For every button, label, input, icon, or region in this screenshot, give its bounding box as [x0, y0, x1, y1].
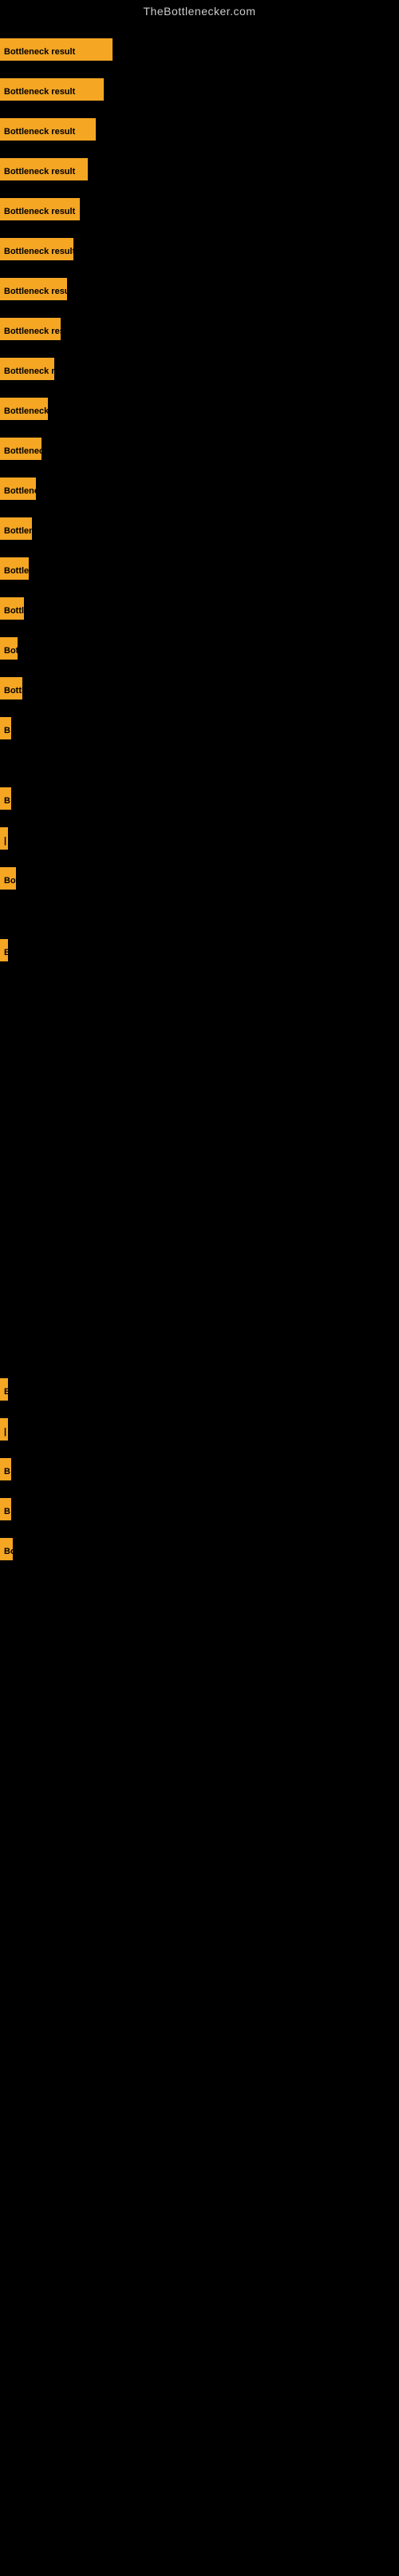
bar-row: E — [0, 1378, 8, 1401]
bar-row: Bo — [0, 1538, 13, 1560]
bar-label: Bottleneck result — [0, 118, 96, 141]
bar-row: Bottleneck res — [0, 438, 41, 460]
bar-row: Bottleneck result — [0, 318, 61, 340]
bar-row: Bottlene — [0, 597, 24, 620]
bar-row: Bott — [0, 867, 16, 890]
bar-label: B — [0, 1458, 11, 1480]
bar-label: Bottlen — [0, 677, 22, 699]
bar-label: B — [0, 787, 11, 810]
bar-row: Bottleneck result — [0, 78, 104, 101]
bar-row: B — [0, 1458, 11, 1480]
bar-label: Bottleneck res — [0, 438, 41, 460]
bar-row: Bottlen — [0, 677, 22, 699]
bar-row: | — [0, 1418, 8, 1441]
bar-label: | — [0, 827, 8, 850]
site-title: TheBottlenecker.com — [0, 0, 399, 21]
bar-row: Bottleneck result — [0, 358, 54, 380]
bar-label: | — [0, 1418, 8, 1441]
bar-label: B — [0, 717, 11, 739]
bar-label: Bottleneck r — [0, 557, 29, 580]
bar-row: Bottleneck result — [0, 118, 96, 141]
bar-row: Bottleneck r — [0, 478, 36, 500]
bar-label: E — [0, 1378, 8, 1401]
bar-label: Bottleneck result — [0, 198, 80, 220]
bar-row: Bottleneck result — [0, 198, 80, 220]
bar-label: Bottleneck r — [0, 478, 36, 500]
bar-label: Bottleneck result — [0, 358, 54, 380]
bar-row: Bottleneck result — [0, 38, 113, 61]
bar-row: Bottleneck result — [0, 158, 88, 180]
bar-label: Bottleneck result — [0, 238, 73, 260]
bar-label: Bottlene — [0, 597, 24, 620]
bar-label: E — [0, 939, 8, 961]
bar-label: Bottleneck result — [0, 278, 67, 300]
bar-label: Bott — [0, 867, 16, 890]
bar-row: Bottleneck r — [0, 517, 32, 540]
bar-label: Bottleneck result — [0, 398, 48, 420]
bar-row: B — [0, 717, 11, 739]
bar-row: B — [0, 787, 11, 810]
bar-label: Bottleneck result — [0, 38, 113, 61]
bar-row: Bottleneck r — [0, 557, 29, 580]
bar-row: Bottleneck result — [0, 278, 67, 300]
bar-label: Bottleneck result — [0, 158, 88, 180]
bar-label: Bot — [0, 637, 18, 660]
bar-label: Bottleneck result — [0, 318, 61, 340]
bar-row: Bottleneck result — [0, 238, 73, 260]
bar-label: B — [0, 1498, 11, 1520]
bar-label: Bottleneck result — [0, 78, 104, 101]
bar-label: Bottleneck r — [0, 517, 32, 540]
bar-label: Bo — [0, 1538, 13, 1560]
bar-row: Bottleneck result — [0, 398, 48, 420]
bar-row: B — [0, 1498, 11, 1520]
bar-row: Bot — [0, 637, 18, 660]
bar-row: E — [0, 939, 8, 961]
bar-row: | — [0, 827, 8, 850]
